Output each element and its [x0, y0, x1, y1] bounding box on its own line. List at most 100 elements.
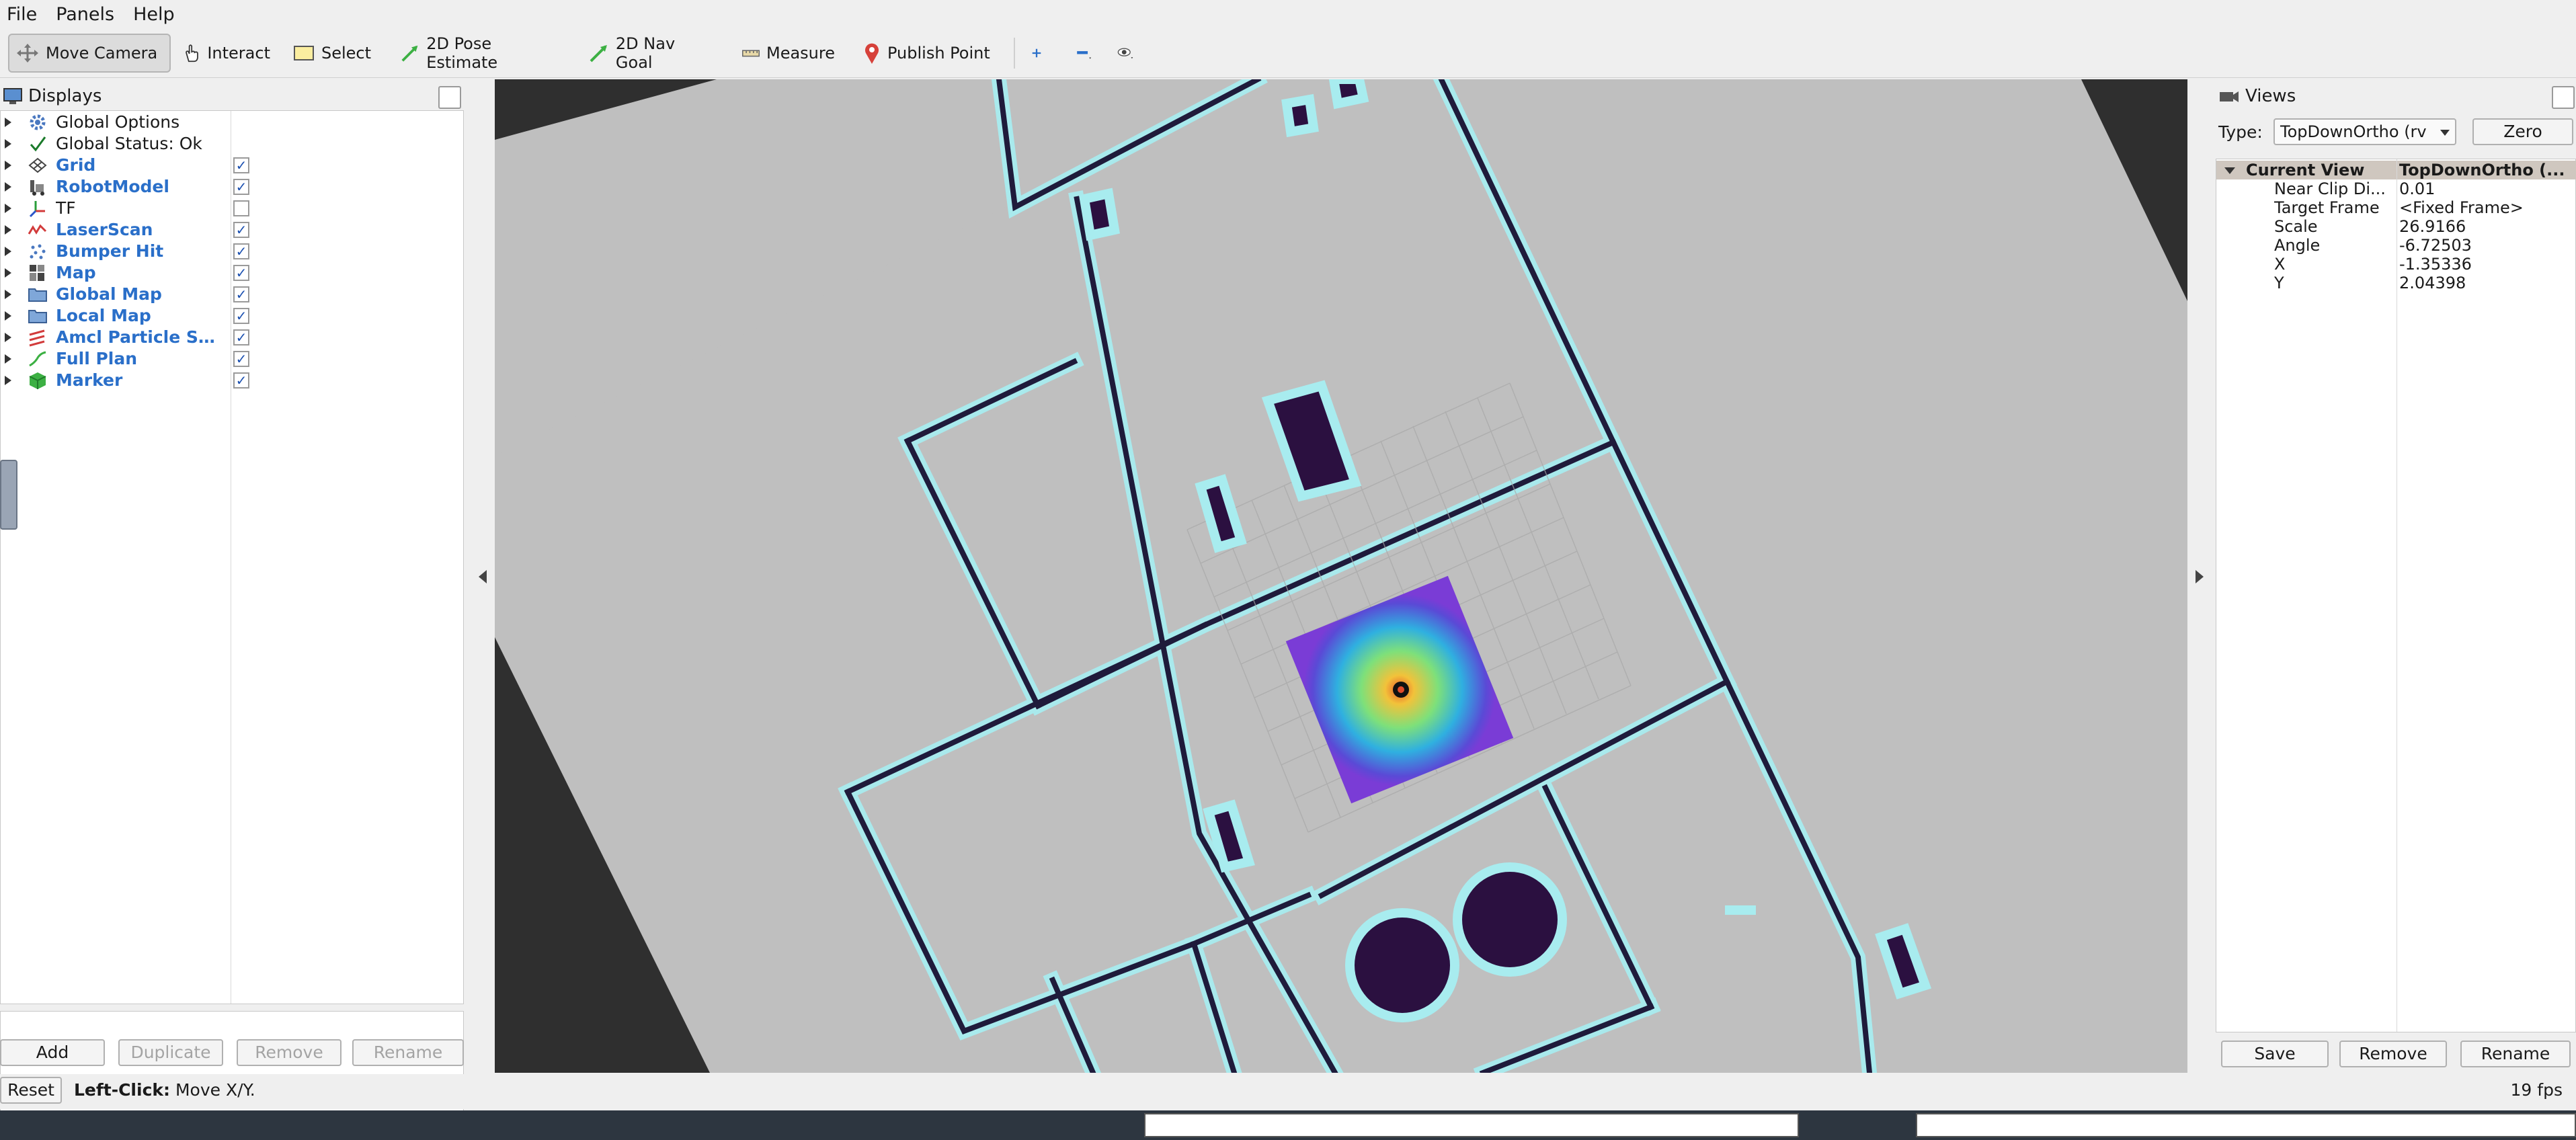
- display-label: Map: [56, 263, 96, 282]
- toolbar-separator: [1014, 38, 1015, 69]
- displays-undock-button[interactable]: [438, 86, 461, 109]
- menu-file[interactable]: File: [0, 0, 46, 30]
- display-row-global-options[interactable]: Global Options: [1, 112, 465, 133]
- expand-arrow-icon[interactable]: [5, 290, 11, 299]
- remove-view-button[interactable]: Remove: [2339, 1041, 2447, 1067]
- expand-arrow-icon[interactable]: [5, 247, 11, 256]
- eye-tool-button[interactable]: [1111, 34, 1148, 73]
- save-view-button[interactable]: Save: [2221, 1041, 2329, 1067]
- display-row-grid[interactable]: Grid ✓: [1, 155, 465, 176]
- display-enabled-checkbox[interactable]: ✓: [233, 286, 249, 302]
- rename-display-button[interactable]: Rename: [352, 1039, 464, 1066]
- display-row-full-plan[interactable]: Full Plan ✓: [1, 348, 465, 370]
- displays-tree: Global Options Global Status: Ok Grid ✓ …: [0, 110, 464, 1004]
- collapse-left-arrow-icon[interactable]: [479, 570, 487, 583]
- status-hint: Left-Click: Move X/Y.: [74, 1078, 255, 1102]
- toolbar: Move Camera Interact Select 2D Pose Esti…: [0, 30, 2576, 78]
- displays-header: Displays: [0, 83, 467, 109]
- folder-icon: [28, 288, 47, 302]
- add-tool-button[interactable]: [1024, 34, 1055, 73]
- expand-arrow-icon[interactable]: [5, 311, 11, 321]
- collapse-arrow-icon[interactable]: [2224, 167, 2235, 174]
- display-row-bumper-hit[interactable]: Bumper Hit ✓: [1, 241, 465, 262]
- display-row-global-status[interactable]: Global Status: Ok: [1, 133, 465, 155]
- expand-arrow-icon[interactable]: [5, 354, 11, 364]
- display-row-robotmodel[interactable]: RobotModel ✓: [1, 176, 465, 198]
- render-viewport[interactable]: [495, 79, 2187, 1073]
- expand-arrow-icon[interactable]: [5, 139, 11, 149]
- reset-button[interactable]: Reset: [0, 1077, 62, 1104]
- display-label: Bumper Hit: [56, 241, 164, 261]
- tool-properties-dock-handle[interactable]: [0, 460, 17, 530]
- measure-button[interactable]: Measure: [735, 34, 842, 73]
- expand-arrow-icon[interactable]: [5, 333, 11, 342]
- expand-arrow-icon[interactable]: [5, 225, 11, 235]
- zero-view-button[interactable]: Zero: [2472, 118, 2573, 145]
- display-label: Global Options: [56, 112, 180, 132]
- display-enabled-checkbox[interactable]: [233, 200, 249, 216]
- display-row-amcl-particle[interactable]: Amcl Particle Sw... ✓: [1, 327, 465, 348]
- collapse-right-arrow-icon[interactable]: [2196, 570, 2204, 583]
- expand-arrow-icon[interactable]: [5, 161, 11, 170]
- green-arrow-icon: [590, 45, 607, 63]
- display-enabled-checkbox[interactable]: ✓: [233, 157, 249, 173]
- display-label: Full Plan: [56, 349, 138, 368]
- display-enabled-checkbox[interactable]: ✓: [233, 308, 249, 324]
- publish-point-button[interactable]: Publish Point: [856, 34, 1006, 73]
- remove-tool-button[interactable]: [1069, 34, 1106, 73]
- robot-icon: [30, 180, 44, 196]
- display-enabled-checkbox[interactable]: ✓: [233, 179, 249, 195]
- nav-goal-button[interactable]: 2D Nav Goal: [582, 34, 723, 73]
- taskbar-window-button[interactable]: [1916, 1113, 2576, 1137]
- pose-estimate-button[interactable]: 2D Pose Estimate: [394, 34, 566, 73]
- expand-arrow-icon[interactable]: [5, 118, 11, 127]
- status-bar: Reset Left-Click: Move X/Y. 19 fps: [0, 1074, 2576, 1109]
- robot-center: [1398, 686, 1404, 693]
- view-type-select[interactable]: TopDownOrtho (rv: [2273, 118, 2456, 145]
- interact-button[interactable]: Interact: [176, 34, 277, 73]
- display-row-laserscan[interactable]: LaserScan ✓: [1, 219, 465, 241]
- display-enabled-checkbox[interactable]: ✓: [233, 372, 249, 389]
- current-view-label: Current View: [2246, 161, 2365, 179]
- status-hint-text: Move X/Y.: [175, 1080, 255, 1100]
- expand-arrow-icon[interactable]: [5, 204, 11, 213]
- display-enabled-checkbox[interactable]: ✓: [233, 222, 249, 238]
- laser-icon: [28, 224, 47, 235]
- expand-arrow-icon[interactable]: [5, 182, 11, 192]
- expand-arrow-icon[interactable]: [5, 376, 11, 385]
- display-row-map[interactable]: Map ✓: [1, 262, 465, 284]
- arrows-icon: [29, 329, 45, 347]
- display-enabled-checkbox[interactable]: ✓: [233, 265, 249, 281]
- interact-label: Interact: [207, 44, 270, 63]
- desktop-taskbar: [0, 1110, 2576, 1140]
- duplicate-display-button[interactable]: Duplicate: [118, 1039, 223, 1066]
- add-display-button[interactable]: Add: [0, 1039, 105, 1066]
- display-enabled-checkbox[interactable]: ✓: [233, 329, 249, 345]
- display-label: TF: [56, 198, 76, 218]
- select-button[interactable]: Select: [286, 34, 380, 73]
- folder-icon: [28, 310, 47, 323]
- unknown-region: [495, 637, 710, 1073]
- property-value: 26.9166: [2399, 217, 2466, 236]
- status-hint-bold: Left-Click:: [74, 1080, 171, 1100]
- current-view-value: TopDownOrtho (...: [2399, 161, 2565, 179]
- minus-icon: [1077, 51, 1092, 59]
- display-row-marker[interactable]: Marker ✓: [1, 370, 465, 391]
- views-undock-button[interactable]: [2552, 86, 2575, 109]
- rename-view-button[interactable]: Rename: [2460, 1041, 2571, 1067]
- menu-panels[interactable]: Panels: [46, 0, 124, 30]
- display-row-global-map[interactable]: Global Map ✓: [1, 284, 465, 305]
- menu-help[interactable]: Help: [124, 0, 184, 30]
- remove-display-button[interactable]: Remove: [237, 1039, 341, 1066]
- select-rect-icon: [294, 46, 314, 60]
- gear-icon: [30, 114, 46, 130]
- display-row-tf[interactable]: TF: [1, 198, 465, 219]
- display-label: Marker: [56, 370, 123, 390]
- move-camera-button[interactable]: Move Camera: [8, 34, 171, 73]
- display-row-local-map[interactable]: Local Map ✓: [1, 305, 465, 327]
- display-enabled-checkbox[interactable]: ✓: [233, 351, 249, 367]
- taskbar-window-button[interactable]: [1144, 1113, 1799, 1137]
- property-value: <Fixed Frame>: [2399, 198, 2524, 217]
- display-enabled-checkbox[interactable]: ✓: [233, 243, 249, 259]
- expand-arrow-icon[interactable]: [5, 268, 11, 278]
